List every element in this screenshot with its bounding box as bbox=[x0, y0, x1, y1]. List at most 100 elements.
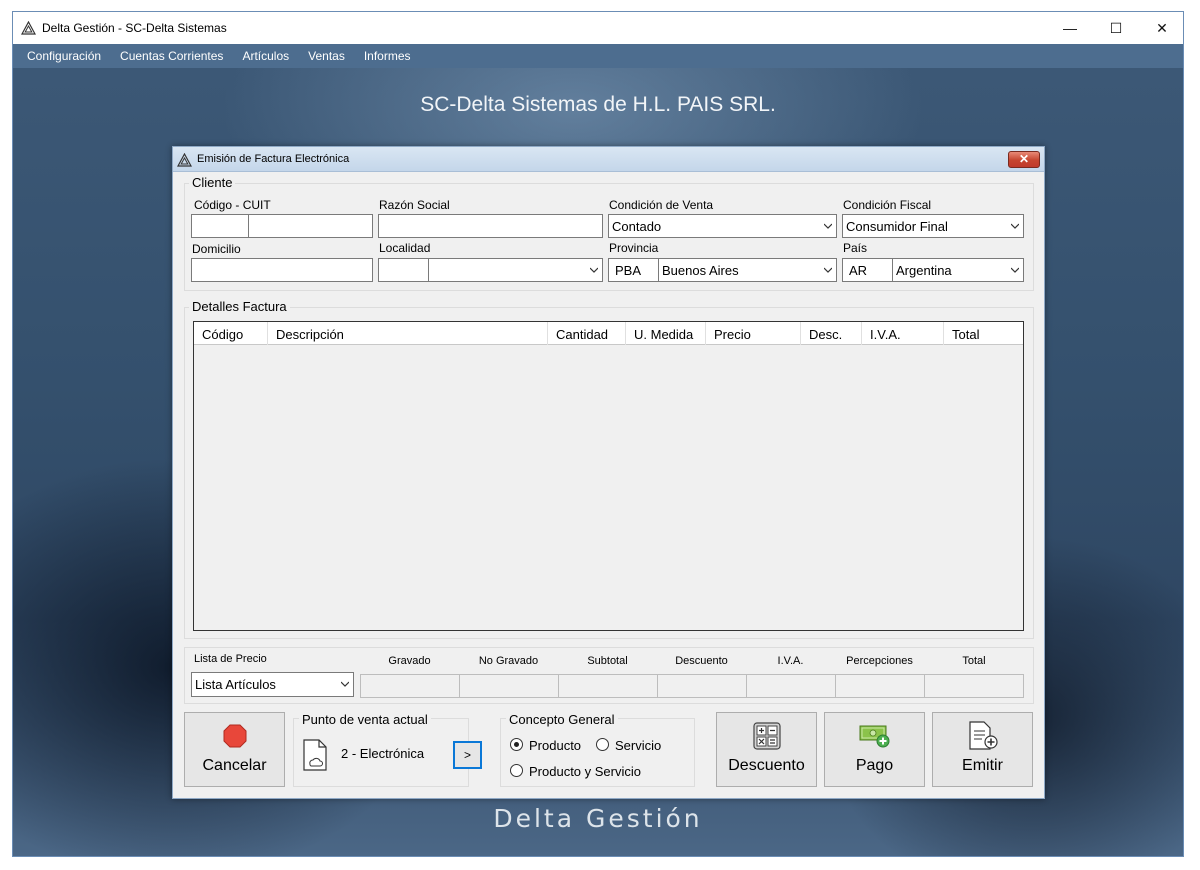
percepciones-label: Percepciones bbox=[846, 655, 913, 667]
radio-servicio[interactable] bbox=[596, 738, 609, 751]
dialog-title-bar: Emisión de Factura Electrónica ✕ bbox=[173, 147, 1044, 172]
lista-precio-value: Lista Artículos bbox=[195, 677, 276, 692]
delta-logo-icon bbox=[21, 21, 36, 35]
title-bar: Delta Gestión - SC-Delta Sistemas — ☐ ✕ bbox=[13, 12, 1183, 44]
gravado-label: Gravado bbox=[388, 655, 431, 667]
document-icon bbox=[303, 739, 327, 771]
percepciones-value bbox=[835, 674, 925, 698]
condicion-fiscal-select[interactable]: Consumidor Final bbox=[842, 214, 1024, 238]
razon-social-input[interactable] bbox=[378, 214, 603, 238]
provincia-select[interactable]: Buenos Aires bbox=[658, 258, 837, 282]
invoice-items-grid[interactable]: Código Descripción Cantidad U. Medida Pr… bbox=[193, 321, 1024, 631]
pago-button[interactable]: Pago bbox=[824, 712, 925, 787]
chevron-down-icon bbox=[824, 223, 832, 229]
descuento-total-value bbox=[657, 674, 747, 698]
condicion-fiscal-value: Consumidor Final bbox=[846, 219, 948, 234]
pais-label: País bbox=[843, 241, 868, 255]
maximize-icon: ☐ bbox=[1109, 19, 1123, 36]
col-descripcion[interactable]: Descripción bbox=[268, 322, 548, 345]
total-value bbox=[924, 674, 1024, 698]
lista-precio-label: Lista de Precio bbox=[194, 653, 267, 665]
provincia-label: Provincia bbox=[609, 241, 659, 255]
money-add-icon bbox=[859, 725, 890, 748]
close-button[interactable]: ✕ bbox=[1139, 12, 1185, 44]
maximize-button[interactable]: ☐ bbox=[1093, 12, 1139, 44]
invoice-dialog: Emisión de Factura Electrónica ✕ Cliente… bbox=[172, 146, 1045, 799]
menu-ventas[interactable]: Ventas bbox=[299, 44, 354, 68]
condicion-fiscal-label: Condición Fiscal bbox=[843, 198, 932, 212]
punto-venta-legend: Punto de venta actual bbox=[299, 712, 431, 727]
detalles-legend: Detalles Factura bbox=[189, 299, 290, 314]
mdi-desktop: SC-Delta Sistemas de H.L. PAIS SRL. Delt… bbox=[13, 68, 1183, 856]
descuento-total-label: Descuento bbox=[675, 655, 728, 667]
menu-configuracion[interactable]: Configuración bbox=[18, 44, 110, 68]
radio-producto-y-servicio[interactable] bbox=[510, 764, 523, 777]
localidad-label: Localidad bbox=[379, 241, 431, 255]
subtotal-value bbox=[558, 674, 658, 698]
provincia-value: Buenos Aires bbox=[662, 263, 739, 278]
localidad-code-input[interactable] bbox=[378, 258, 429, 282]
chevron-right-icon: > bbox=[463, 748, 471, 762]
condicion-venta-label: Condición de Venta bbox=[609, 198, 714, 212]
pais-code-input[interactable]: AR bbox=[842, 258, 893, 282]
cliente-legend: Cliente bbox=[189, 175, 236, 190]
dialog-close-button[interactable]: ✕ bbox=[1008, 151, 1040, 168]
col-codigo[interactable]: Código bbox=[194, 322, 268, 345]
localidad-select[interactable] bbox=[428, 258, 603, 282]
emitir-button[interactable]: Emitir bbox=[932, 712, 1033, 787]
descuento-label: Descuento bbox=[728, 757, 805, 774]
chevron-down-icon bbox=[824, 267, 832, 273]
company-heading: SC-Delta Sistemas de H.L. PAIS SRL. bbox=[420, 93, 776, 116]
pais-select[interactable]: Argentina bbox=[892, 258, 1024, 282]
minimize-button[interactable]: — bbox=[1047, 12, 1093, 44]
codigo-input[interactable] bbox=[191, 214, 249, 238]
col-unidad-medida[interactable]: U. Medida bbox=[626, 322, 706, 345]
iva-total-value bbox=[746, 674, 836, 698]
close-icon: ✕ bbox=[1018, 152, 1030, 166]
gravado-value bbox=[360, 674, 460, 698]
cancelar-button[interactable]: Cancelar bbox=[184, 712, 285, 787]
descuento-button[interactable]: Descuento bbox=[716, 712, 817, 787]
radio-producto[interactable] bbox=[510, 738, 523, 751]
domicilio-label: Domicilio bbox=[192, 242, 241, 256]
chevron-down-icon bbox=[1011, 267, 1019, 273]
condicion-venta-value: Contado bbox=[612, 219, 662, 234]
menu-bar: Configuración Cuentas Corrientes Artícul… bbox=[13, 44, 1183, 68]
col-iva[interactable]: I.V.A. bbox=[862, 322, 944, 345]
radio-producto-label[interactable]: Producto bbox=[529, 738, 581, 753]
cuit-input[interactable] bbox=[248, 214, 373, 238]
pago-label: Pago bbox=[855, 757, 894, 774]
app-footer-brand: Delta Gestión bbox=[493, 804, 703, 833]
no-gravado-value bbox=[459, 674, 559, 698]
domicilio-input[interactable] bbox=[191, 258, 373, 282]
punto-venta-next-button[interactable]: > bbox=[453, 741, 482, 769]
concepto-legend: Concepto General bbox=[506, 712, 618, 727]
menu-articulos[interactable]: Artículos bbox=[233, 44, 298, 68]
radio-servicio-label[interactable]: Servicio bbox=[615, 738, 661, 753]
col-descuento[interactable]: Desc. bbox=[801, 322, 862, 345]
chevron-down-icon bbox=[1011, 223, 1019, 229]
provincia-code-input[interactable]: PBA bbox=[608, 258, 659, 282]
codigo-cuit-label: Código - CUIT bbox=[194, 198, 271, 212]
delta-logo-icon bbox=[177, 153, 192, 167]
menu-cuentas-corrientes[interactable]: Cuentas Corrientes bbox=[111, 44, 232, 68]
col-cantidad[interactable]: Cantidad bbox=[548, 322, 626, 345]
calculator-icon bbox=[753, 722, 781, 750]
chevron-down-icon bbox=[341, 681, 349, 687]
lista-precio-select[interactable]: Lista Artículos bbox=[191, 672, 354, 697]
col-precio[interactable]: Precio bbox=[706, 322, 801, 345]
close-icon: ✕ bbox=[1156, 19, 1168, 36]
radio-producto-y-servicio-label[interactable]: Producto y Servicio bbox=[529, 764, 641, 779]
subtotal-label: Subtotal bbox=[587, 655, 628, 667]
grid-header: Código Descripción Cantidad U. Medida Pr… bbox=[194, 322, 1023, 345]
cancelar-label: Cancelar bbox=[202, 757, 267, 774]
no-gravado-label: No Gravado bbox=[478, 655, 539, 667]
iva-total-label: I.V.A. bbox=[777, 655, 804, 667]
pais-value: Argentina bbox=[896, 263, 952, 278]
menu-informes[interactable]: Informes bbox=[355, 44, 420, 68]
dialog-title: Emisión de Factura Electrónica bbox=[197, 153, 350, 165]
document-add-icon bbox=[969, 721, 998, 750]
col-total[interactable]: Total bbox=[944, 322, 1024, 345]
condicion-venta-select[interactable]: Contado bbox=[608, 214, 837, 238]
punto-venta-value: 2 - Electrónica bbox=[341, 746, 425, 761]
